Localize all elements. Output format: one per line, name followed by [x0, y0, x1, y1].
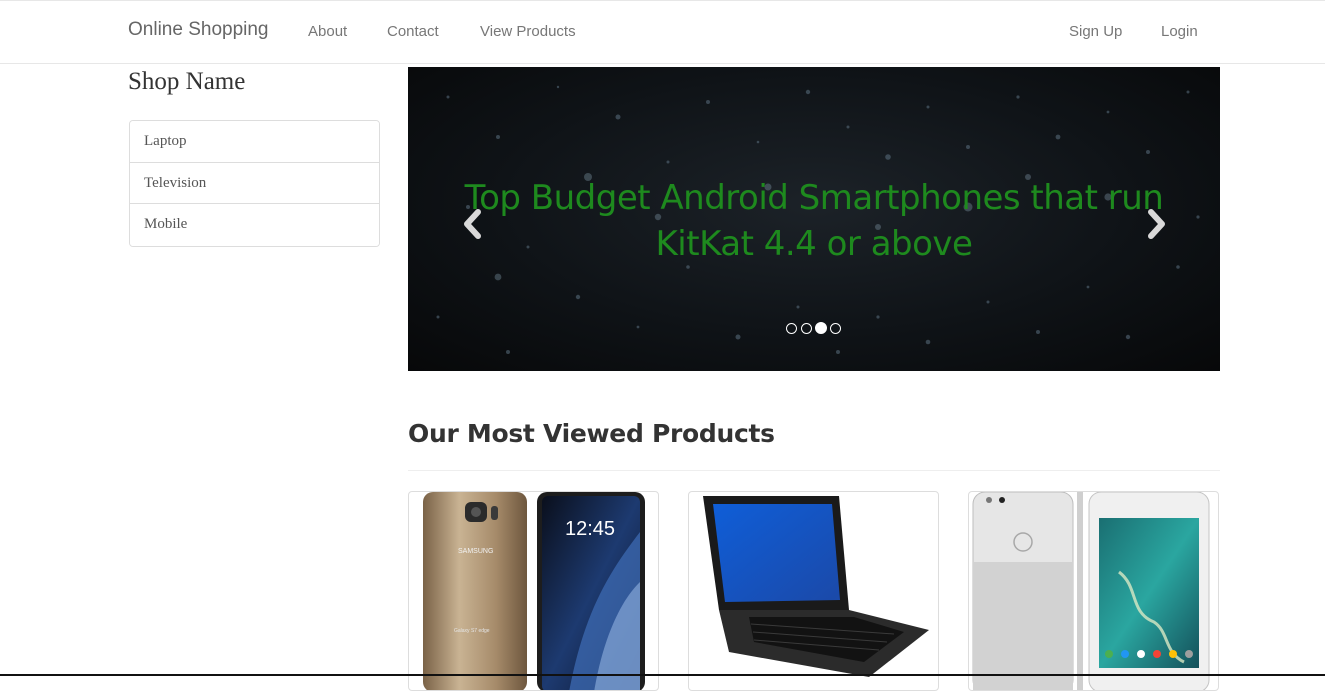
product-thumbnail-pixel[interactable] [968, 491, 1219, 691]
section-divider [408, 470, 1220, 471]
brand-link[interactable]: Online Shopping [128, 19, 269, 41]
carousel-prev-button[interactable] [458, 207, 488, 241]
carousel-indicator-4[interactable] [830, 323, 841, 334]
galaxy-model-text: Galaxy S7 edge [454, 628, 490, 634]
nav-contact-link[interactable]: Contact [387, 23, 439, 40]
google-pixel-image [972, 492, 1210, 690]
dell-laptop-image [703, 496, 929, 677]
product-thumbnail-laptop[interactable] [688, 491, 939, 691]
shop-name-heading: Shop Name [128, 68, 246, 95]
chevron-right-icon [1148, 209, 1165, 239]
carousel-caption-line-1: Top Budget Android Smartphones that run [464, 178, 1164, 218]
nav-about-link[interactable]: About [308, 23, 347, 40]
carousel-indicator-1[interactable] [786, 323, 797, 334]
carousel-indicator-2[interactable] [801, 323, 812, 334]
samsung-brand-text: SAMSUNG [458, 548, 493, 555]
category-item-laptop[interactable]: Laptop [130, 121, 379, 163]
nav-sign-up-link[interactable]: Sign Up [1069, 23, 1122, 40]
samsung-galaxy-s7-edge-image: SAMSUNG Galaxy S7 edge 12:45 [423, 492, 645, 690]
chevron-left-icon [464, 209, 481, 239]
nav-view-products-link[interactable]: View Products [480, 23, 576, 40]
category-list: Laptop Television Mobile [129, 120, 380, 247]
carousel: Top Budget Android Smartphones that run … [408, 67, 1220, 371]
carousel-indicator-3[interactable] [815, 322, 827, 334]
carousel-caption-line-2: KitKat 4.4 or above [655, 224, 973, 264]
most-viewed-heading: Our Most Viewed Products [408, 419, 775, 448]
carousel-caption: Top Budget Android Smartphones that run … [408, 175, 1220, 267]
category-item-mobile[interactable]: Mobile [130, 204, 379, 246]
nav-login-link[interactable]: Login [1161, 23, 1198, 40]
product-thumbnail-samsung[interactable]: SAMSUNG Galaxy S7 edge 12:45 [408, 491, 659, 691]
navbar: Online Shopping About Contact View Produ… [0, 0, 1325, 64]
category-item-television[interactable]: Television [130, 162, 379, 204]
phone-clock-text: 12:45 [565, 518, 615, 540]
carousel-next-button[interactable] [1141, 207, 1171, 241]
